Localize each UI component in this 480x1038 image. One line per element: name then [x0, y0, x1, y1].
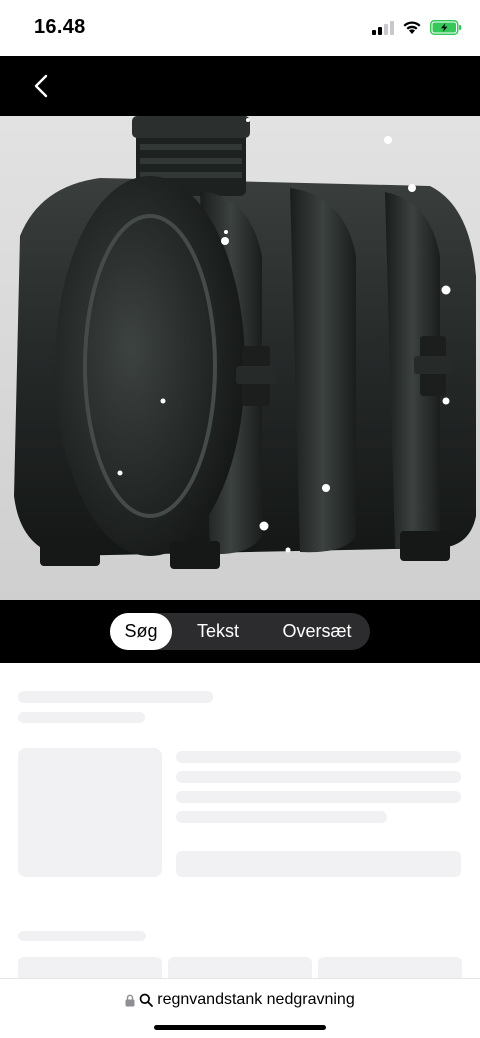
skeleton-title-line: [18, 691, 213, 703]
chevron-left-icon: [34, 74, 48, 98]
segment-text[interactable]: Tekst: [172, 613, 264, 650]
skeleton-line: [176, 771, 461, 783]
segment-translate[interactable]: Oversæt: [264, 613, 370, 650]
lens-mode-switch: Søg Tekst Oversæt: [110, 613, 370, 650]
skeleton-subtitle-line: [18, 712, 145, 723]
skeleton-line: [176, 811, 387, 823]
segment-search[interactable]: Søg: [110, 613, 172, 650]
battery-charging-icon: [430, 20, 462, 35]
cellular-signal-icon: [372, 20, 394, 35]
skeleton-line: [176, 751, 461, 763]
status-time: 16.48: [34, 16, 86, 38]
skeleton-thumbnail: [18, 748, 162, 877]
search-query[interactable]: regnvandstank nedgravning: [157, 991, 354, 1009]
back-button[interactable]: [28, 72, 56, 100]
skeleton-section-line: [18, 931, 146, 941]
results-loading: [0, 663, 480, 987]
screen: 16.48 Søg Tekst Oversæt regnvandstank ne…: [0, 0, 480, 1038]
status-bar: 16.48: [0, 0, 480, 56]
wifi-icon: [403, 21, 421, 34]
address-row[interactable]: regnvandstank nedgravning: [0, 991, 480, 1009]
home-indicator: [154, 1025, 326, 1030]
lens-mode-bar: Søg Tekst Oversæt: [0, 600, 480, 663]
skeleton-line: [176, 791, 461, 803]
product-image[interactable]: [0, 116, 480, 600]
skeleton-button: [176, 851, 461, 877]
top-nav: [0, 56, 480, 116]
lock-icon: [125, 994, 135, 1006]
search-icon: [139, 993, 154, 1007]
address-bar[interactable]: regnvandstank nedgravning: [0, 978, 480, 1038]
status-icons: [372, 20, 462, 35]
tank-illustration: [0, 116, 480, 600]
